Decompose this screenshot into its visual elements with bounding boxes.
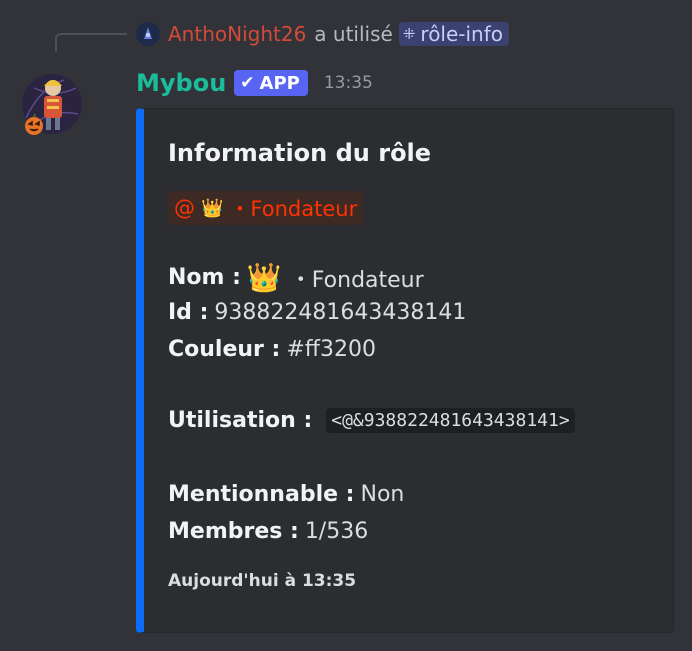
field-utilisation: Utilisation : <@&938822481643438141> xyxy=(168,408,575,433)
app-badge: ✔ APP xyxy=(234,70,308,96)
command-name: rôle-info xyxy=(420,22,504,46)
field-id-label: Id : xyxy=(168,300,209,325)
reply-context[interactable]: AnthoNight26 a utilisé ⁜ rôle-info xyxy=(136,19,510,49)
message-header: Mybou ✔ APP 13:35 xyxy=(136,66,373,100)
field-nom-value: ・Fondateur xyxy=(289,267,424,293)
role-mention[interactable]: @ 👑 ・Fondateur xyxy=(168,191,364,225)
field-utilisation-label: Utilisation : xyxy=(168,408,313,433)
slash-command-icon: ⁜ xyxy=(402,25,416,43)
crown-emoji: 👑 xyxy=(201,197,224,219)
field-membres-label: Membres : xyxy=(168,519,299,544)
role-mention-at: @ xyxy=(174,196,195,220)
field-couleur: Couleur : #ff3200 xyxy=(168,337,376,362)
embed-card: Information du rôle @ 👑 ・Fondateur Nom :… xyxy=(136,108,674,633)
field-membres: Membres : 1/536 xyxy=(168,519,368,544)
embed-title: Information du rôle xyxy=(168,139,432,167)
field-mentionnable-value: Non xyxy=(360,482,405,507)
field-id-value: 938822481643438141 xyxy=(214,300,467,325)
field-nom: Nom : 👑 ・Fondateur xyxy=(168,261,424,294)
bot-avatar-image xyxy=(22,74,82,135)
app-badge-label: APP xyxy=(259,72,300,94)
reply-user-avatar[interactable] xyxy=(136,22,160,46)
field-couleur-label: Couleur : xyxy=(168,337,281,362)
inline-code: <@&938822481643438141> xyxy=(326,408,575,433)
reply-action-text: a utilisé xyxy=(314,22,393,46)
message-timestamp[interactable]: 13:35 xyxy=(324,73,373,93)
crown-emoji: 👑 xyxy=(246,261,282,294)
field-nom-label: Nom : xyxy=(168,265,241,290)
wizard-icon xyxy=(144,27,152,39)
bot-avatar[interactable] xyxy=(20,68,84,140)
field-id: Id : 938822481643438141 xyxy=(168,300,466,325)
command-pill[interactable]: ⁜ rôle-info xyxy=(398,22,510,46)
role-mention-name: ・Fondateur xyxy=(229,197,358,221)
field-membres-value: 1/536 xyxy=(304,519,369,544)
reply-username[interactable]: AnthoNight26 xyxy=(168,22,306,46)
embed-footer: Aujourd'hui à 13:35 xyxy=(168,571,357,591)
field-mentionnable: Mentionnable : Non xyxy=(168,482,404,507)
field-couleur-value: #ff3200 xyxy=(286,337,376,362)
verified-check-icon: ✔ xyxy=(240,73,255,93)
field-mentionnable-label: Mentionnable : xyxy=(168,482,355,507)
reply-spine xyxy=(55,33,127,52)
bot-username[interactable]: Mybou xyxy=(136,69,226,97)
